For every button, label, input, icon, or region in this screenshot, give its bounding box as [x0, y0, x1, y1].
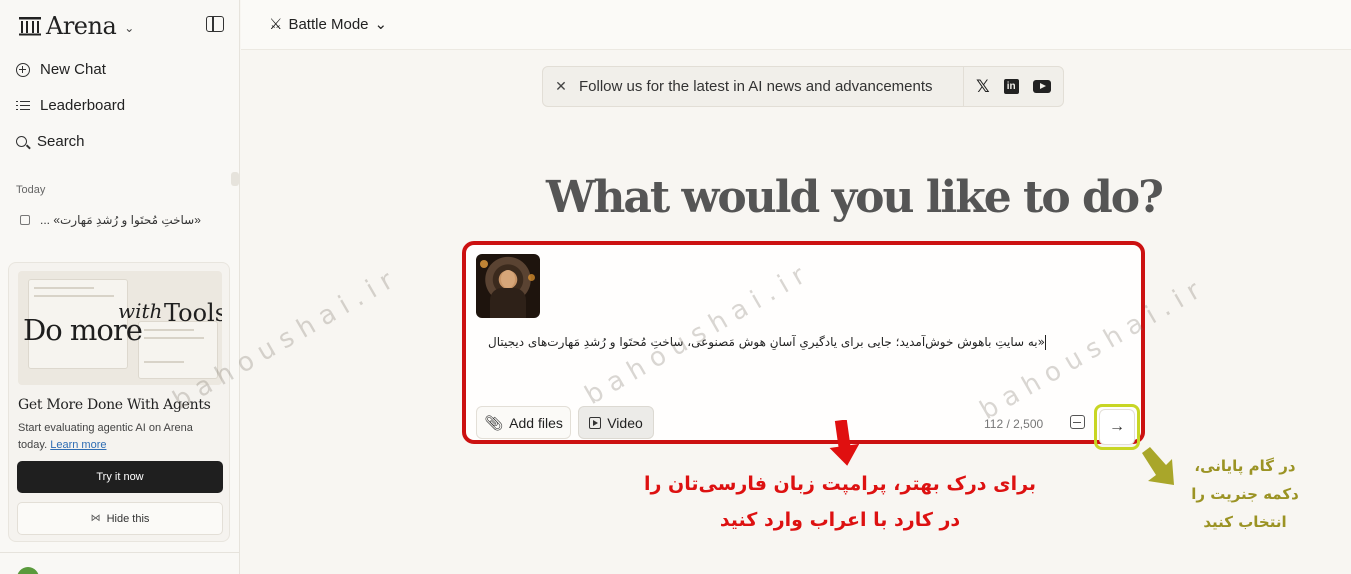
sidebar-toggle-icon[interactable] — [206, 16, 224, 32]
plus-circle-icon — [16, 62, 30, 77]
mode-selector[interactable]: ⚔ Battle Mode ⌄ — [269, 15, 388, 34]
add-files-button[interactable]: 📎︎ Add files — [476, 406, 571, 439]
hide-promo-button[interactable]: ⋈ Hide this — [17, 502, 223, 535]
promo-tools: Tools — [164, 299, 222, 327]
red-arrow-icon — [829, 420, 859, 466]
divider — [0, 552, 239, 553]
promo-line — [34, 295, 114, 297]
thumb-light — [528, 274, 535, 281]
nav-label: Leaderboard — [40, 97, 126, 114]
social-links: 𝕏 in — [964, 77, 1051, 97]
thumb-face — [501, 270, 515, 288]
promo-with: with — [118, 299, 163, 323]
linkedin-icon[interactable]: in — [1003, 79, 1019, 94]
nav-new-chat[interactable]: New Chat — [16, 61, 106, 78]
avatar[interactable] — [17, 567, 39, 574]
promo-line — [144, 361, 184, 363]
video-label: Video — [607, 414, 643, 431]
sidebar: Arena ⌄ New Chat Leaderboard Search Toda… — [0, 0, 240, 574]
chat-title: «ساختِ مُحتَوا و رُشدِ مَهارت» ... — [40, 213, 201, 227]
social-banner: ✕ Follow us for the latest in AI news an… — [542, 66, 1064, 107]
nav-leaderboard[interactable]: Leaderboard — [16, 97, 125, 114]
section-today: Today — [16, 184, 46, 196]
scrollbar[interactable] — [231, 172, 239, 186]
arrow-right-icon: → — [1109, 418, 1125, 435]
chevron-down-icon: ⌄ — [124, 21, 135, 35]
eye-off-icon: ⋈ — [90, 513, 101, 524]
prompt-value: «به سایتِ باهوش خوش‌آمدید؛ جایی برای یاد… — [488, 335, 1045, 349]
annotation-line: در کارد با اعراب وارد کنید — [719, 509, 961, 531]
swords-icon: ⚔ — [269, 16, 283, 33]
promo-line — [144, 337, 204, 339]
search-icon — [16, 136, 27, 147]
add-files-label: Add files — [509, 414, 563, 431]
brand-switcher[interactable]: Arena ⌄ — [18, 12, 134, 40]
x-icon[interactable]: 𝕏 — [976, 77, 990, 97]
close-icon[interactable]: ✕ — [543, 78, 579, 95]
paperclip-icon: 📎︎ — [484, 414, 504, 432]
banner-text: Follow us for the latest in AI news and … — [579, 78, 933, 95]
chat-icon — [20, 215, 30, 225]
hide-label: Hide this — [106, 512, 150, 525]
page-title: What would you like to do? — [546, 172, 1164, 223]
annotation-line: دکمه جنریت را — [1191, 485, 1299, 503]
brand-name: Arena — [46, 12, 117, 40]
thumb-body — [490, 288, 526, 318]
chevron-down-icon: ⌄ — [374, 16, 388, 33]
youtube-icon[interactable] — [1032, 80, 1051, 93]
annotation-note: برای درک بهتر، پرامپت زبان فارسی‌تان را … — [620, 466, 1060, 538]
annotation-note: در گام پایانی، دکمه جنریت را انتخاب کنید — [1160, 452, 1330, 536]
image-mode-icon[interactable] — [1070, 415, 1085, 429]
nav-label: Search — [37, 133, 85, 150]
promo-line — [34, 287, 94, 289]
thumb-light — [480, 260, 488, 268]
try-it-now-button[interactable]: Try it now — [17, 461, 223, 493]
prompt-input[interactable]: «به سایتِ باهوش خوش‌آمدید؛ جایی برای یاد… — [488, 335, 1046, 350]
learn-more-link[interactable]: Learn more — [50, 439, 106, 451]
annotation-line: انتخاب کنید — [1203, 513, 1287, 531]
mode-label: Battle Mode — [288, 15, 369, 33]
list-icon — [16, 98, 30, 113]
chat-history-item[interactable]: «ساختِ مُحتَوا و رُشدِ مَهارت» ... — [20, 213, 220, 227]
video-icon — [589, 416, 602, 429]
annotation-line: برای درک بهتر، پرامپت زبان فارسی‌تان را — [643, 473, 1037, 495]
video-mode-button[interactable]: Video — [578, 406, 654, 439]
attached-image-thumbnail[interactable] — [476, 254, 540, 318]
annotation-line: در گام پایانی، — [1194, 457, 1296, 475]
promo-image: Do more with Tools — [18, 271, 222, 385]
nav-label: New Chat — [40, 61, 106, 78]
text-caret — [1045, 335, 1046, 350]
top-bar: ⚔ Battle Mode ⌄ — [241, 0, 1351, 50]
nav-search[interactable]: Search — [16, 133, 85, 150]
send-button[interactable]: → — [1099, 409, 1135, 445]
arena-logo-icon — [19, 17, 41, 36]
promo-line — [144, 329, 194, 331]
promo-description: Start evaluating agentic AI on Arena tod… — [18, 420, 218, 454]
